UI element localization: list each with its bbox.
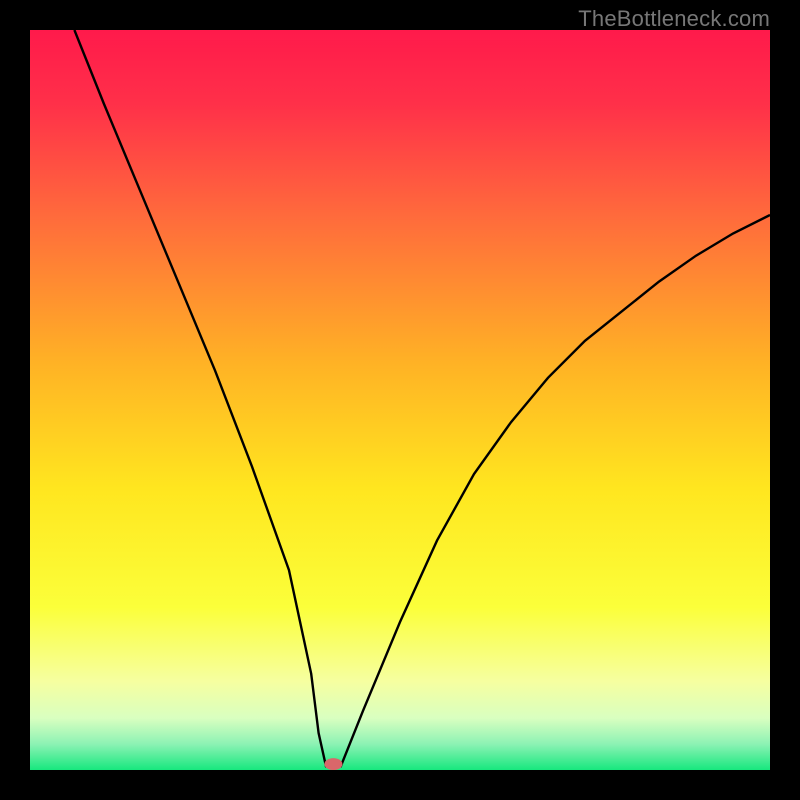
chart-frame xyxy=(30,30,770,770)
chart-background xyxy=(30,30,770,770)
watermark-text: TheBottleneck.com xyxy=(578,6,770,32)
marker-point xyxy=(324,758,342,770)
bottleneck-chart xyxy=(30,30,770,770)
